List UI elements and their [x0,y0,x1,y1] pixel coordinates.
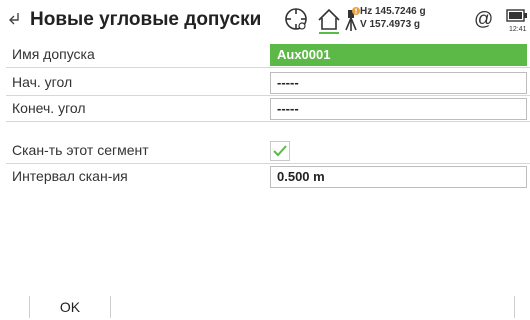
scan-interval-field[interactable]: 0.500 m [270,166,527,188]
scan-interval-label: Интервал скан-ия [12,168,128,184]
hz-readout: Hz 145.7246 g [360,6,426,17]
softkey-divider [514,296,515,318]
softkey-bar: OK [0,292,530,320]
end-angle-label: Конеч. угол [12,100,86,116]
angle-readout: Hz 145.7246 g V 157.4973 g [360,5,426,31]
tolerance-name-row: Имя допуска Aux0001 [0,42,530,68]
back-icon[interactable] [8,9,24,31]
clock: 12:41 [509,26,527,33]
end-angle-field[interactable]: ----- [270,98,527,120]
end-angle-row: Конеч. угол ----- [0,96,530,122]
battery-icon [506,9,527,22]
scan-segment-label: Скан-ть этот сегмент [12,142,149,158]
start-angle-field[interactable]: ----- [270,72,527,94]
at-icon[interactable]: @ [474,9,493,31]
tripod-icon[interactable] [344,6,360,34]
softkey-divider [110,296,111,318]
ok-button[interactable]: OK [30,295,110,320]
v-readout: V 157.4973 g [360,19,421,30]
row-divider [6,121,530,122]
checkmark-icon [273,145,287,157]
scan-interval-row: Интервал скан-ия 0.500 m [0,164,530,190]
start-angle-label: Нач. угол [12,74,73,90]
scan-segment-checkbox[interactable] [270,141,290,161]
title-bar: Новые угловые допуски Hz 145.7246 g V 15… [0,0,530,42]
row-divider [6,67,530,68]
tolerance-name-field[interactable]: Aux0001 [270,44,527,66]
scan-segment-row: Скан-ть этот сегмент [0,138,530,164]
ok-button-label: OK [59,299,81,315]
tolerance-name-label: Имя допуска [12,46,95,62]
page-title: Новые угловые допуски [30,9,262,30]
target-icon[interactable] [283,6,311,34]
home-icon[interactable] [315,6,343,34]
start-angle-row: Нач. угол ----- [0,70,530,96]
